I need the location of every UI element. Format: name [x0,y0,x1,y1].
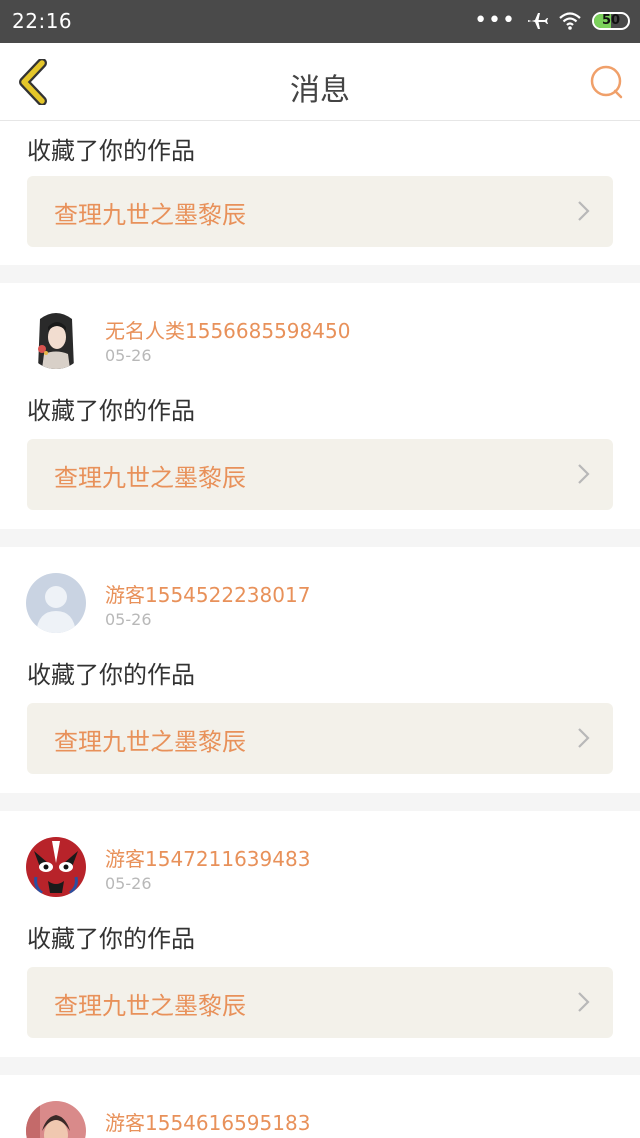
status-bar: 22:16 ••• 50 [0,0,640,43]
message-list: 收藏了你的作品 查理九世之墨黎辰 无名人类1556685598450 05-26 [0,121,640,1138]
work-link[interactable]: 查理九世之墨黎辰 [27,439,613,510]
user-name[interactable]: 游客1554522238017 [105,579,310,608]
nav-bar: 消息 [0,43,640,121]
work-link[interactable]: 查理九世之墨黎辰 [27,176,613,247]
work-link[interactable]: 查理九世之墨黎辰 [27,703,613,774]
message-action: 收藏了你的作品 [27,925,195,953]
battery-icon: 50 [592,12,630,30]
work-title: 查理九世之墨黎辰 [54,201,246,229]
user-name[interactable]: 游客1554616595183 [105,1107,310,1136]
message-header: 游客1554616595183 [26,1101,586,1138]
message-card: 游客1554616595183 [0,1075,640,1138]
user-name[interactable]: 无名人类1556685598450 [105,315,350,344]
more-dots-icon: ••• [474,8,516,33]
message-card: 游客1547211639483 05-26 收藏了你的作品 查理九世之墨黎辰 [0,811,640,1057]
message-time: 05-26 [105,610,152,629]
message-header: 游客1554522238017 05-26 [26,573,586,635]
work-title: 查理九世之墨黎辰 [54,992,246,1020]
search-button[interactable] [588,63,626,101]
avatar[interactable] [26,1101,86,1138]
chevron-right-icon [578,464,590,484]
message-card: 无名人类1556685598450 05-26 收藏了你的作品 查理九世之墨黎辰 [0,283,640,529]
message-time: 05-26 [105,346,152,365]
status-icons: ••• 50 [474,9,630,33]
battery-level: 50 [601,13,621,28]
message-time: 05-26 [105,874,152,893]
status-time: 22:16 [12,9,73,33]
search-icon [590,65,623,99]
avatar[interactable] [26,837,86,897]
work-title: 查理九世之墨黎辰 [54,728,246,756]
wifi-icon [559,12,581,30]
message-action: 收藏了你的作品 [27,397,195,425]
message-card: 游客1554522238017 05-26 收藏了你的作品 查理九世之墨黎辰 [0,547,640,793]
work-title: 查理九世之墨黎辰 [54,464,246,492]
chevron-right-icon [578,201,590,221]
page-title: 消息 [290,73,350,108]
airplane-icon [528,13,548,29]
work-link[interactable]: 查理九世之墨黎辰 [27,967,613,1038]
chevron-right-icon [578,992,590,1012]
message-card: 收藏了你的作品 查理九世之墨黎辰 [0,121,640,265]
avatar[interactable] [26,309,86,369]
message-action: 收藏了你的作品 [27,661,195,689]
message-header: 无名人类1556685598450 05-26 [26,309,586,371]
message-header: 游客1547211639483 05-26 [26,837,586,899]
message-action: 收藏了你的作品 [27,137,195,165]
user-name[interactable]: 游客1547211639483 [105,843,310,872]
chevron-right-icon [578,728,590,748]
avatar[interactable] [26,573,86,633]
